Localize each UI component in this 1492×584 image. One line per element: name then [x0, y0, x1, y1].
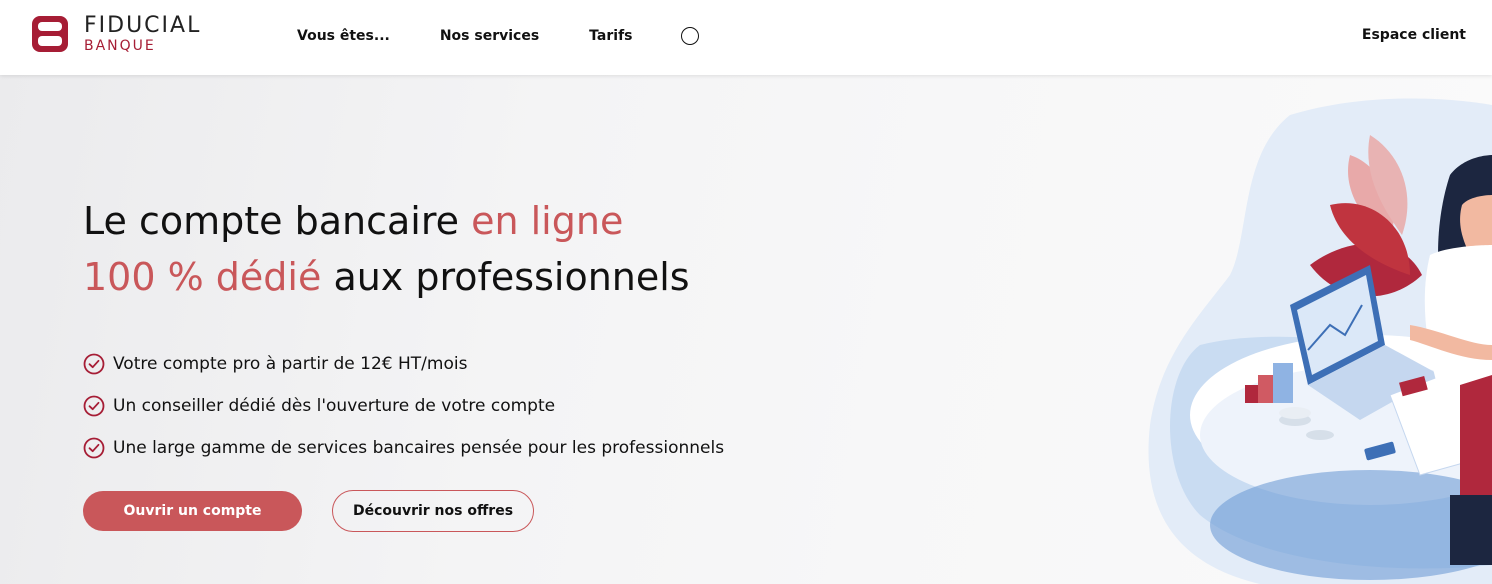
logo-wordmark: FIDUCIAL BANQUE	[84, 13, 202, 54]
benefit-item: Votre compte pro à partir de 12€ HT/mois	[83, 343, 724, 385]
brand-sub: BANQUE	[84, 38, 156, 54]
discover-offers-button[interactable]: Découvrir nos offres	[332, 490, 534, 532]
title-part2: aux professionnels	[321, 255, 690, 299]
nav-item-vous-etes[interactable]: Vous êtes...	[297, 28, 390, 44]
benefits-list: Votre compte pro à partir de 12€ HT/mois…	[83, 343, 724, 469]
benefit-text: Une large gamme de services bancaires pe…	[113, 438, 725, 458]
open-account-button[interactable]: Ouvrir un compte	[83, 491, 302, 531]
check-circle-icon	[83, 353, 105, 375]
benefit-text: Votre compte pro à partir de 12€ HT/mois	[113, 354, 468, 374]
check-circle-icon	[83, 437, 105, 459]
hero-section: Le compte bancaire en ligne 100 % dédié …	[0, 75, 1492, 584]
hero-illustration	[1148, 98, 1492, 584]
search-icon[interactable]	[680, 27, 699, 45]
benefit-item: Une large gamme de services bancaires pe…	[83, 427, 724, 469]
brand-name: FIDUCIAL	[84, 13, 202, 38]
nav-item-tarifs[interactable]: Tarifs	[589, 28, 632, 44]
main-nav: Vous êtes... Nos services Tarifs	[297, 0, 699, 72]
check-circle-icon	[83, 395, 105, 417]
benefit-text: Un conseiller dédié dès l'ouverture de v…	[113, 396, 556, 416]
espace-client-link[interactable]: Espace client	[1362, 27, 1466, 43]
nav-item-nos-services[interactable]: Nos services	[440, 28, 539, 44]
fiducial-logo-icon	[32, 16, 68, 52]
site-header: FIDUCIAL BANQUE Vous êtes... Nos service…	[0, 0, 1492, 75]
brand-logo[interactable]: FIDUCIAL BANQUE	[30, 14, 201, 54]
title-part1: Le compte bancaire	[83, 199, 472, 243]
title-accent2: 100 % dédié	[83, 255, 322, 299]
benefit-item: Un conseiller dédié dès l'ouverture de v…	[83, 385, 724, 427]
title-accent1: en ligne	[471, 199, 624, 243]
hero-title: Le compte bancaire en ligne 100 % dédié …	[83, 193, 690, 305]
